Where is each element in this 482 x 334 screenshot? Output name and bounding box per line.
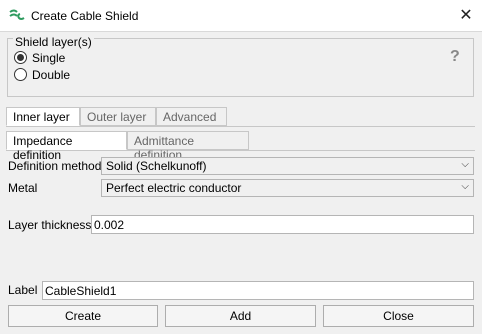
metal-value: Perfect electric conductor	[106, 181, 242, 195]
definition-method-label: Definition method	[8, 159, 102, 173]
chevron-down-icon: ⌵	[461, 181, 469, 192]
layer-thickness-label: Layer thickness	[8, 218, 92, 232]
add-button[interactable]: Add	[165, 305, 316, 327]
help-icon[interactable]: ?	[450, 48, 460, 66]
app-icon	[9, 9, 25, 20]
double-label[interactable]: Double	[32, 68, 70, 82]
inner-tab-line	[6, 150, 475, 151]
close-button[interactable]: Close	[323, 305, 474, 327]
double-radio[interactable]	[14, 68, 27, 81]
label-field[interactable]: CableShield1	[42, 281, 474, 300]
label-label: Label	[8, 283, 38, 297]
tab-outer-layer[interactable]: Outer layer	[80, 107, 156, 126]
create-button[interactable]: Create	[8, 305, 158, 327]
chevron-down-icon: ⌵	[461, 159, 469, 170]
window-title: Create Cable Shield	[31, 9, 139, 23]
definition-method-select[interactable]: Solid (Schelkunoff) ⌵	[101, 157, 474, 175]
single-radio[interactable]	[14, 51, 27, 64]
single-label[interactable]: Single	[32, 51, 65, 65]
metal-select[interactable]: Perfect electric conductor ⌵	[101, 179, 474, 197]
shield-layers-legend: Shield layer(s)	[13, 35, 94, 49]
definition-method-value: Solid (Schelkunoff)	[106, 159, 207, 173]
tab-admittance-definition[interactable]: Admittance definition	[127, 131, 249, 162]
tab-inner-layer[interactable]: Inner layer	[6, 107, 80, 126]
tab-advanced[interactable]: Advanced	[156, 107, 227, 126]
metal-label: Metal	[8, 181, 38, 195]
tab-impedance-definition[interactable]: Impedance definition	[6, 131, 127, 162]
close-icon[interactable]: ✕	[456, 6, 476, 26]
outer-tab-line	[6, 126, 475, 127]
layer-thickness-field[interactable]: 0.002	[91, 215, 474, 234]
